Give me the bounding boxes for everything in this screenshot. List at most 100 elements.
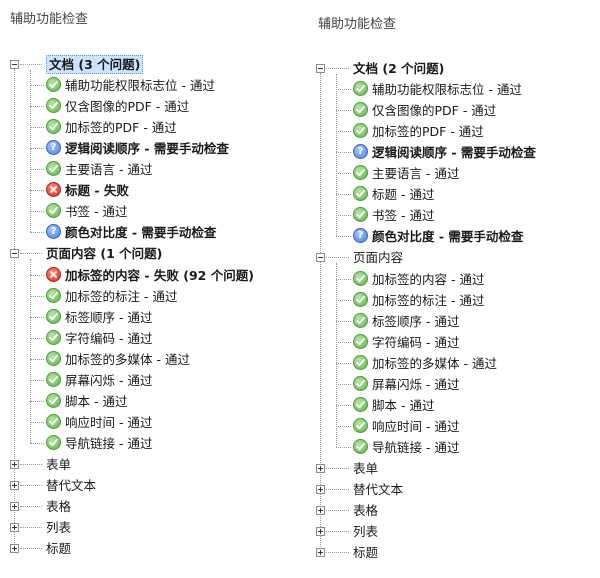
check-item[interactable]: 标题 - 通过: [353, 183, 434, 204]
check-item[interactable]: 导航链接 - 通过: [353, 436, 459, 457]
check-item-label: 加标签的多媒体 - 通过: [372, 355, 497, 371]
expand-toggle-icon[interactable]: [10, 459, 19, 469]
check-item[interactable]: 仅含图像的PDF - 通过: [353, 99, 496, 120]
tree-connector: [30, 442, 44, 444]
tree-node-page-content-label: 页面内容 (1 个问题): [46, 246, 163, 262]
check-item[interactable]: 主要语言 - 通过: [353, 162, 459, 183]
tree-connector: [336, 194, 351, 196]
tree-node-page-content-label: 页面内容: [353, 250, 404, 266]
tree-node-collapsed[interactable]: 表格: [353, 499, 378, 520]
collapse-toggle-icon[interactable]: [316, 64, 325, 73]
tree-connector: [30, 232, 44, 234]
check-item[interactable]: 辅助功能权限标志位 - 通过: [353, 78, 522, 99]
check-icon: [353, 123, 368, 139]
check-icon: [353, 396, 368, 412]
tree-connector: [336, 383, 351, 385]
check-item[interactable]: 字符编码 - 通过: [353, 331, 459, 352]
tree-node-document[interactable]: 文档 (2 个问题): [353, 57, 444, 78]
check-item-label: 脚本 - 通过: [65, 393, 128, 409]
check-item-label: 标题 - 通过: [372, 187, 435, 203]
tree-connector: [30, 421, 44, 423]
check-item[interactable]: 标题 - 失败: [46, 179, 129, 200]
tree-connector: [336, 362, 351, 364]
tree-node-collapsed[interactable]: 替代文本: [46, 474, 96, 495]
check-item[interactable]: 书签 - 通过: [46, 200, 127, 221]
x-icon: [46, 266, 61, 282]
check-item[interactable]: 响应时间 - 通过: [46, 411, 152, 432]
check-item[interactable]: 加标签的PDF - 通过: [353, 120, 484, 141]
check-icon: [353, 375, 368, 391]
check-item-label: 标签顺序 - 通过: [65, 309, 153, 325]
check-item[interactable]: 加标签的多媒体 - 通过: [353, 352, 497, 373]
check-item[interactable]: 书签 - 通过: [353, 204, 434, 225]
tree-connector: [326, 552, 349, 554]
check-item[interactable]: 加标签的多媒体 - 通过: [46, 348, 190, 369]
check-item-label: 标签顺序 - 通过: [372, 313, 460, 329]
check-icon: [46, 161, 61, 177]
expand-toggle-icon[interactable]: [316, 527, 325, 537]
tree-connector: [20, 253, 42, 255]
expand-toggle-icon[interactable]: [10, 544, 19, 554]
check-item[interactable]: 主要语言 - 通过: [46, 158, 152, 179]
check-icon: [46, 371, 61, 387]
check-item[interactable]: ? 逻辑阅读顺序 - 需要手动检查: [353, 141, 536, 162]
tree-connector: [20, 64, 42, 65]
check-item[interactable]: 辅助功能权限标志位 - 通过: [46, 74, 215, 95]
expand-toggle-icon[interactable]: [10, 523, 19, 533]
tree-connector: [30, 211, 44, 213]
check-item-label: 屏幕闪烁 - 通过: [372, 376, 460, 392]
check-item[interactable]: 标签顺序 - 通过: [46, 306, 152, 327]
collapse-toggle-icon[interactable]: [316, 253, 325, 263]
check-item[interactable]: 仅含图像的PDF - 通过: [46, 95, 189, 116]
tree-node-page-content[interactable]: 页面内容 (1 个问题): [46, 242, 162, 263]
check-item[interactable]: 屏幕闪烁 - 通过: [353, 373, 459, 394]
question-icon: ?: [353, 144, 368, 160]
check-item[interactable]: 导航链接 - 通过: [46, 432, 152, 453]
check-item[interactable]: 脚本 - 通过: [353, 394, 434, 415]
check-icon: [46, 77, 61, 93]
tree-connector: [30, 169, 44, 171]
check-item[interactable]: 响应时间 - 通过: [353, 415, 459, 436]
check-item[interactable]: 屏幕闪烁 - 通过: [46, 369, 152, 390]
tree-node-collapsed[interactable]: 标题: [353, 541, 378, 562]
expand-toggle-icon[interactable]: [316, 548, 325, 558]
tree-connector: [30, 106, 44, 108]
check-item[interactable]: 脚本 - 通过: [46, 390, 127, 411]
check-item[interactable]: ? 颜色对比度 - 需要手动检查: [46, 221, 216, 242]
tree-node-collapsed[interactable]: 表格: [46, 495, 71, 516]
tree-connector: [30, 358, 44, 360]
check-item[interactable]: ? 逻辑阅读顺序 - 需要手动检查: [46, 137, 229, 158]
accessibility-tree: 文档 (2 个问题) 辅助功能权限标志位 - 通过 仅含图像的PDF - 通过 加标签…: [306, 0, 600, 578]
tree-node-page-content[interactable]: 页面内容: [353, 246, 403, 267]
tree-node-collapsed[interactable]: 标题: [46, 537, 71, 558]
tree-node-collapsed-label: 标题: [353, 545, 379, 561]
check-item-label: 屏幕闪烁 - 通过: [65, 372, 153, 388]
collapse-toggle-icon[interactable]: [10, 249, 19, 259]
check-item[interactable]: ? 颜色对比度 - 需要手动检查: [353, 225, 523, 246]
check-item[interactable]: 字符编码 - 通过: [46, 327, 152, 348]
check-item-label: 字符编码 - 通过: [65, 330, 153, 346]
check-item[interactable]: 加标签的标注 - 通过: [46, 285, 177, 306]
collapse-toggle-icon[interactable]: [10, 60, 19, 69]
check-item-label: 响应时间 - 通过: [372, 418, 460, 434]
check-item[interactable]: 加标签的内容 - 失败 (92 个问题): [46, 264, 254, 285]
expand-toggle-icon[interactable]: [10, 481, 19, 490]
check-item[interactable]: 加标签的PDF - 通过: [46, 116, 177, 137]
tree-connector: [336, 278, 351, 280]
check-item[interactable]: 加标签的内容 - 通过: [353, 268, 484, 289]
expand-toggle-icon[interactable]: [316, 463, 325, 473]
tree-node-document[interactable]: 文档 (3 个问题): [46, 53, 144, 74]
tree-node-collapsed[interactable]: 表单: [46, 453, 71, 474]
check-item[interactable]: 加标签的标注 - 通过: [353, 289, 484, 310]
question-icon: ?: [46, 224, 61, 240]
expand-toggle-icon[interactable]: [316, 506, 325, 516]
tree-connector: [326, 489, 349, 490]
expand-toggle-icon[interactable]: [10, 502, 19, 512]
check-item[interactable]: 标签顺序 - 通过: [353, 310, 459, 331]
tree-node-collapsed[interactable]: 列表: [46, 516, 71, 537]
check-item-label: 加标签的PDF - 通过: [65, 120, 177, 136]
tree-node-collapsed[interactable]: 列表: [353, 520, 378, 541]
tree-node-collapsed[interactable]: 替代文本: [353, 478, 403, 499]
tree-node-collapsed[interactable]: 表单: [353, 457, 378, 478]
expand-toggle-icon[interactable]: [316, 485, 325, 494]
